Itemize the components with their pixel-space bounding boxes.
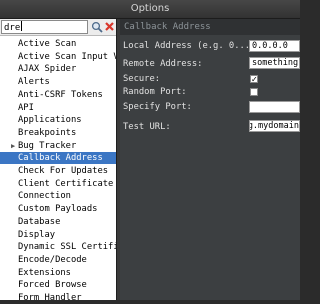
- tree-item[interactable]: API: [0, 102, 116, 114]
- tree-item[interactable]: Callback Address: [0, 152, 116, 165]
- tree-item[interactable]: Display: [0, 229, 116, 241]
- tree-item[interactable]: Applications: [0, 114, 116, 126]
- secure-checkbox[interactable]: ✓: [250, 75, 258, 84]
- test-url-field[interactable]: something.mydomain: [249, 120, 300, 132]
- tree-item-label: AJAX Spider: [18, 64, 77, 75]
- search-bar: dre: [0, 19, 116, 35]
- tree-item-label: Forced Browse: [18, 280, 87, 291]
- tree-item[interactable]: Encode/Decode: [0, 254, 116, 266]
- tree-item[interactable]: Breakpoints: [0, 127, 116, 139]
- clear-search-icon[interactable]: [104, 21, 115, 32]
- text-caret: [21, 21, 23, 31]
- tree-item-label: Anti-CSRF Tokens: [18, 89, 103, 100]
- tree-item[interactable]: Active Scan: [0, 38, 116, 50]
- tree-item-label: Breakpoints: [18, 127, 77, 138]
- tree-item-label: Form Handler: [18, 293, 82, 303]
- tree-item-label: Callback Address: [18, 153, 103, 164]
- tree-item-label: Check For Updates: [18, 166, 109, 176]
- tree-item[interactable]: Dynamic SSL Certificates: [0, 241, 116, 253]
- tree-item-label: Connection: [18, 191, 71, 202]
- tree-item-label: Active Scan Input Vectors: [18, 51, 116, 62]
- tree-item-label: Encode/Decode: [18, 254, 87, 265]
- tree-item[interactable]: Database: [0, 216, 116, 228]
- tree-item[interactable]: Extensions: [0, 267, 116, 279]
- search-input[interactable]: dre: [1, 20, 88, 34]
- tree-item-label: Extensions: [18, 267, 71, 278]
- remote-address-label: Remote Address:: [123, 59, 203, 69]
- test-url-value: something.mydomain: [250, 121, 299, 131]
- tree-item-label: Applications: [18, 115, 82, 126]
- random-port-checkbox[interactable]: [250, 88, 258, 96]
- tree-item-label: Bug Tracker: [18, 140, 77, 151]
- tree-item[interactable]: ▶ Bug Tracker: [0, 140, 116, 152]
- tree-item[interactable]: Anti-CSRF Tokens: [0, 89, 116, 101]
- tree-item[interactable]: Alerts: [0, 76, 116, 88]
- local-address-label: Local Address (e.g. 0...: [123, 41, 251, 51]
- tree-item[interactable]: Check For Updates: [0, 165, 116, 177]
- options-tree-pane: dre Active Scan Active Scan Input Vectors…: [0, 19, 116, 304]
- tree-item[interactable]: Custom Payloads: [0, 203, 116, 215]
- window-title: Options: [0, 0, 300, 19]
- local-address-field[interactable]: 0.0.0.0: [249, 40, 300, 52]
- tree-item[interactable]: AJAX Spider: [0, 63, 116, 75]
- search-input-value: dre: [4, 23, 21, 33]
- panel-title: Callback Address: [120, 19, 300, 35]
- remote-address-field[interactable]: something.mydomain: [249, 57, 300, 69]
- tree-item-label: Custom Payloads: [18, 204, 98, 215]
- tree-item-label: Display: [18, 229, 56, 240]
- test-url-label: Test URL:: [123, 122, 171, 132]
- secure-label: Secure:: [123, 74, 161, 84]
- options-panel: Callback Address Local Address (e.g. 0..…: [120, 19, 300, 300]
- tree-item-label: Active Scan: [18, 39, 77, 49]
- tree-item-label: API: [18, 102, 34, 113]
- tree-item-label: Alerts: [18, 77, 50, 88]
- tree-item-label: Database: [18, 216, 61, 227]
- tree-item-label: Dynamic SSL Certificates: [18, 242, 116, 253]
- tree-item[interactable]: Client Certificate: [0, 178, 116, 190]
- specify-port-field[interactable]: [249, 101, 300, 113]
- tree-item[interactable]: Forced Browse: [0, 279, 116, 291]
- tree-item[interactable]: Connection: [0, 190, 116, 202]
- options-tree: Active Scan Active Scan Input Vectors AJAX…: [0, 35, 116, 304]
- search-icon[interactable]: [91, 21, 103, 33]
- tree-item-label: Client Certificate: [18, 178, 114, 189]
- specify-port-label: Specify Port:: [123, 102, 192, 112]
- random-port-label: Random Port:: [123, 87, 187, 97]
- expand-arrow-icon[interactable]: ▶: [11, 140, 15, 152]
- tree-item[interactable]: Form Handler: [0, 292, 116, 304]
- tree-item[interactable]: Active Scan Input Vectors: [0, 51, 116, 63]
- check-icon: ✓: [251, 75, 258, 84]
